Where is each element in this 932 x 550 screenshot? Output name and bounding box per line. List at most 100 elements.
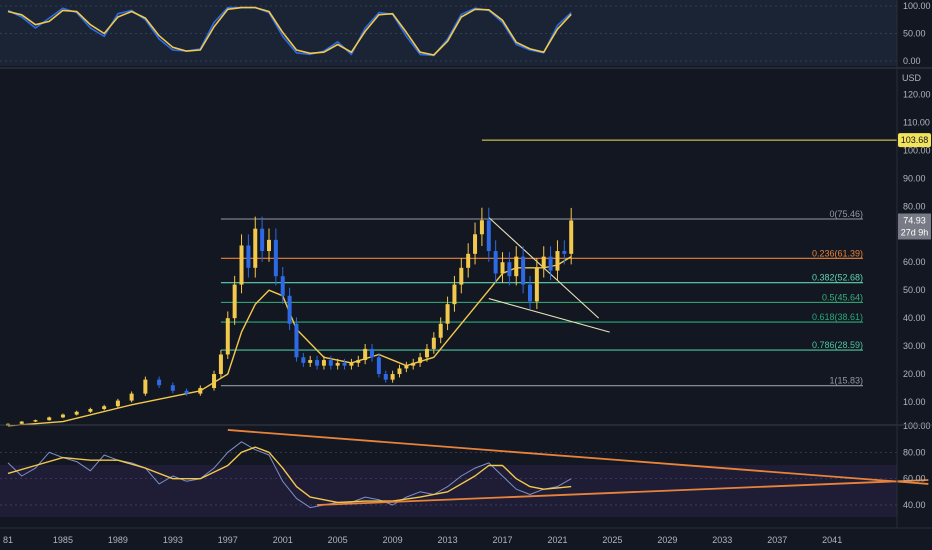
time-axis-label: 2013 xyxy=(438,535,458,545)
stochastic-pane: 100.00 50.00 0.00 xyxy=(0,0,931,66)
candle-body xyxy=(184,390,189,394)
rsi-tick-label: 80.00 xyxy=(903,447,926,457)
time-axis-label: 2009 xyxy=(383,535,403,545)
fib-level-label: 0.236(61.39) xyxy=(812,248,863,258)
candle-body xyxy=(459,267,464,285)
price-tick-label: 40.00 xyxy=(903,313,926,323)
price-unit-label: USD xyxy=(902,73,922,83)
candle-body xyxy=(376,357,381,375)
candle-body xyxy=(170,385,175,391)
price-tick-label: 60.00 xyxy=(903,257,926,267)
time-axis-label: 2041 xyxy=(822,535,842,545)
candle-body xyxy=(418,357,423,363)
time-axis-label: 1993 xyxy=(163,535,183,545)
candle-body xyxy=(534,267,539,302)
candle-body xyxy=(521,256,526,285)
candle-body xyxy=(486,220,491,252)
rsi-tick-label: 40.00 xyxy=(903,500,926,510)
candle-body xyxy=(328,360,333,366)
time-axis-label: 2037 xyxy=(767,535,787,545)
fib-level-label: 0.382(52.68) xyxy=(812,273,863,283)
candle-body xyxy=(294,323,299,358)
candle-body xyxy=(47,417,52,421)
candle-body xyxy=(301,357,306,363)
candle-body xyxy=(370,348,375,358)
time-axis-label: 2025 xyxy=(602,535,622,545)
candle-body xyxy=(287,295,292,324)
candle-body xyxy=(102,406,107,409)
time-axis-label: 81 xyxy=(3,535,13,545)
candle-body xyxy=(273,239,278,277)
time-axis-label: 2029 xyxy=(657,535,677,545)
candle-body xyxy=(431,337,436,349)
candle-body xyxy=(479,220,484,235)
candle-body xyxy=(452,284,457,305)
candle-body xyxy=(397,368,402,375)
candle-body xyxy=(514,256,519,277)
candle-body xyxy=(266,239,271,252)
candle-body xyxy=(33,420,38,422)
candle-body xyxy=(335,362,340,366)
time-axis-label: 2005 xyxy=(328,535,348,545)
candle-body xyxy=(19,421,24,424)
candle-body xyxy=(315,360,320,366)
price-tick-label: 20.00 xyxy=(903,369,926,379)
time-axis-label: 2033 xyxy=(712,535,732,545)
candle-body xyxy=(239,245,244,285)
price-tick-label: 120.00 xyxy=(903,90,931,100)
candle-body xyxy=(280,276,285,296)
candle-body xyxy=(246,245,251,268)
candle-countdown-label: 27d 9h xyxy=(901,227,929,237)
candle-body xyxy=(232,284,237,319)
candle-body xyxy=(555,251,560,271)
candle-body xyxy=(218,354,223,375)
candle-body xyxy=(363,348,368,361)
price-tick-label: 50.00 xyxy=(903,285,926,295)
candle-body xyxy=(74,411,79,415)
candle-body xyxy=(424,348,429,358)
candle-body xyxy=(473,234,478,254)
candle-body xyxy=(342,362,347,366)
candle-body xyxy=(212,374,217,389)
target-price-label: 103.68 xyxy=(901,135,929,145)
candle-body xyxy=(129,393,134,401)
candle-body xyxy=(260,228,265,252)
time-axis-label: 2017 xyxy=(493,535,513,545)
fib-level-label: 0(75.46) xyxy=(829,209,863,219)
current-price-label: 74.93 xyxy=(903,215,926,225)
candle-body xyxy=(115,400,120,407)
candle-body xyxy=(253,228,258,268)
time-axis-label: 1997 xyxy=(218,535,238,545)
stochastic-tick-label: 50.00 xyxy=(903,29,926,39)
fib-level-label: 1(15.83) xyxy=(829,376,863,386)
candle-body xyxy=(569,220,574,254)
candle-body xyxy=(527,284,532,302)
candle-body xyxy=(308,360,313,363)
candle-body xyxy=(507,262,512,277)
stochastic-tick-label: 0.00 xyxy=(903,56,921,66)
candle-body xyxy=(60,414,65,418)
candle-body xyxy=(500,262,505,274)
price-tick-label: 10.00 xyxy=(903,397,926,407)
fib-level-label: 0.786(28.59) xyxy=(812,340,863,350)
candle-body xyxy=(445,304,450,324)
candle-body xyxy=(493,251,498,274)
stochastic-band xyxy=(0,0,897,66)
candle-body xyxy=(225,318,230,355)
candle-body xyxy=(321,360,326,366)
price-tick-label: 110.00 xyxy=(903,117,930,127)
candle-body xyxy=(143,379,148,394)
candle-body xyxy=(390,374,395,380)
rsi-tick-label: 60.00 xyxy=(903,474,926,484)
time-axis-label: 1985 xyxy=(53,535,73,545)
rsi-tick-label: 100.00 xyxy=(903,421,931,431)
price-tick-label: 80.00 xyxy=(903,201,926,211)
candle-body xyxy=(541,256,546,268)
fib-level-label: 0.5(45.64) xyxy=(822,292,863,302)
fib-level-label: 0.618(38.61) xyxy=(812,312,863,322)
price-tick-label: 30.00 xyxy=(903,341,926,351)
chart-root: 100.00 50.00 0.00 120.00 110.00 100.00 90.00 8… xyxy=(0,0,932,550)
candle-body xyxy=(548,256,553,271)
chart-canvas[interactable]: 100.00 50.00 0.00 120.00 110.00 100.00 90.00 8… xyxy=(0,0,932,550)
candle-body xyxy=(411,362,416,366)
